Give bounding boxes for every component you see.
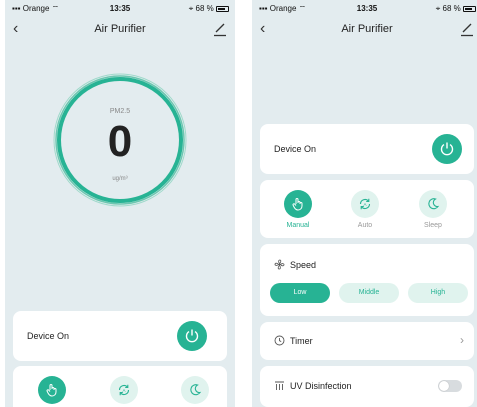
speed-label: Speed xyxy=(290,260,317,270)
status-right: ⌖ 68 % xyxy=(189,4,229,14)
edit-icon[interactable] xyxy=(460,21,474,37)
phone-screen-main: ▪▪▪ Orange ⌔ 13:35 ⌖ 68 % ‹ Air Purifier… xyxy=(5,0,235,407)
device-power-card: Device On xyxy=(260,124,474,174)
status-bar: ▪▪▪ Orange ⌔ 13:35 ⌖ 68 % xyxy=(5,0,235,18)
timer-label: Timer xyxy=(290,336,313,346)
timer-row[interactable]: Timer › xyxy=(260,322,474,360)
status-bar: ▪▪▪ Orange ⌔ 13:35 ⌖ 68 % xyxy=(252,0,477,18)
mode-card: A xyxy=(13,366,227,407)
phone-screen-controls: ▪▪▪ Orange ⌔ 13:35 ⌖ 68 % ‹ Air Purifier… xyxy=(252,0,477,407)
mode-auto[interactable]: A Auto xyxy=(335,190,395,229)
auto-icon: A xyxy=(118,384,130,396)
mode-sleep[interactable]: Sleep xyxy=(403,190,463,229)
uv-row: UV Disinfection xyxy=(260,366,474,407)
edit-icon[interactable] xyxy=(213,21,227,37)
header: ‹ Air Purifier xyxy=(5,18,235,42)
page-title: Air Purifier xyxy=(94,23,146,35)
hand-icon xyxy=(46,384,57,397)
svg-text:A: A xyxy=(363,202,366,207)
mode-label-manual: Manual xyxy=(286,222,310,229)
status-right: ⌖ 68 % xyxy=(436,4,476,14)
uv-label: UV Disinfection xyxy=(290,381,352,391)
moon-icon xyxy=(428,198,440,210)
mode-sleep[interactable] xyxy=(165,376,225,404)
power-icon xyxy=(440,142,454,156)
mode-label-auto: Auto xyxy=(357,222,373,229)
battery-icon xyxy=(463,6,476,12)
gauge-unit: ug/m³ xyxy=(112,176,128,182)
device-power-card: Device On xyxy=(13,311,227,361)
gauge-value: 0 xyxy=(107,117,133,166)
moon-icon xyxy=(190,384,202,396)
speed-high-button[interactable]: High xyxy=(408,283,468,303)
battery-icon xyxy=(216,6,229,12)
gauge-label: PM2.5 xyxy=(109,108,131,115)
uv-toggle[interactable] xyxy=(438,380,462,392)
power-button[interactable] xyxy=(432,134,462,164)
mode-label-sleep: Sleep xyxy=(424,222,442,229)
mode-auto[interactable]: A xyxy=(94,376,154,404)
fan-icon xyxy=(274,259,285,270)
header: ‹ Air Purifier xyxy=(252,18,477,42)
svg-text:A: A xyxy=(122,388,125,393)
clock-icon xyxy=(274,335,285,346)
uv-lamp-icon xyxy=(275,381,284,390)
mode-manual[interactable]: Manual xyxy=(268,190,328,229)
auto-icon: A xyxy=(359,198,371,210)
battery-percent: 68 % xyxy=(442,4,461,13)
chevron-right-icon: › xyxy=(460,333,464,347)
location-icon: ⌖ xyxy=(435,4,441,13)
hand-icon xyxy=(292,198,303,211)
device-on-label: Device On xyxy=(274,144,317,154)
battery-percent: 68 % xyxy=(195,4,214,13)
page-title: Air Purifier xyxy=(341,23,393,35)
mode-manual[interactable] xyxy=(22,376,82,404)
mode-card: Manual A Auto Sleep xyxy=(260,180,474,238)
speed-low-button[interactable]: Low xyxy=(270,283,330,303)
location-icon: ⌖ xyxy=(188,4,194,13)
speed-card: Speed Low Middle High xyxy=(260,244,474,316)
power-icon xyxy=(185,329,199,343)
device-on-label: Device On xyxy=(27,331,70,341)
speed-middle-button[interactable]: Middle xyxy=(339,283,399,303)
power-button[interactable] xyxy=(177,321,207,351)
